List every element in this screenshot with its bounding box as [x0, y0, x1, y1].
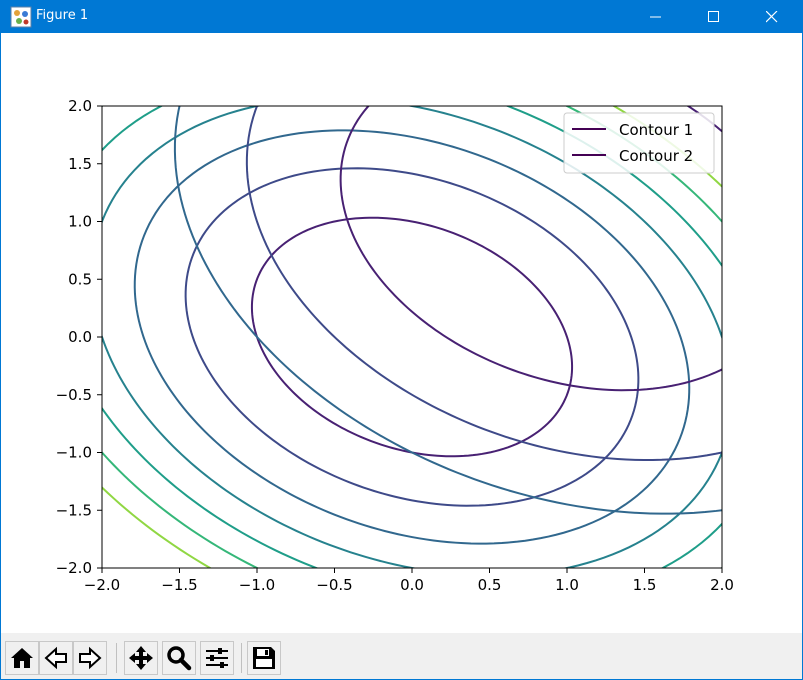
back-button[interactable]: [39, 641, 73, 675]
pan-button[interactable]: [124, 641, 158, 675]
window-title: Figure 1: [36, 8, 89, 23]
x-tick-label: 2.0: [710, 576, 734, 594]
forward-arrow-icon: [79, 646, 102, 670]
home-icon: [11, 648, 33, 668]
y-tick-label: 0.5: [68, 270, 92, 288]
contour-2-level-6: [173, 106, 722, 515]
y-tick-label: 1.5: [68, 155, 92, 173]
figure-window: Figure 1 −2.0 −1.5 −1.0 −0.5 0.0 0.5 1.0 1.5 2.0…: [0, 0, 803, 680]
x-tick-label: −1.0: [239, 576, 275, 594]
save-button[interactable]: [247, 641, 281, 675]
y-tick-label: 0.0: [68, 328, 92, 346]
close-icon: [766, 11, 778, 23]
contour-1-level-2: [184, 167, 640, 507]
floppy-disk-icon: [253, 647, 275, 669]
x-tick-label: −2.0: [84, 576, 120, 594]
legend-label-contour-2: Contour 2: [619, 147, 693, 165]
x-tick-label: 1.0: [555, 576, 579, 594]
toolbar-separator: [241, 643, 242, 673]
maximize-button[interactable]: [685, 1, 743, 33]
y-tick-label: 2.0: [68, 97, 92, 115]
back-arrow-icon: [44, 646, 67, 670]
contour-chart: −2.0 −1.5 −1.0 −0.5 0.0 0.5 1.0 1.5 2.0 2.0 1.5 1.…: [56, 97, 734, 594]
y-tick-label: 1.0: [68, 213, 92, 231]
title-bar[interactable]: Figure 1: [1, 1, 802, 33]
minimize-icon: [650, 16, 661, 18]
contour-1-level-3: [133, 129, 691, 545]
x-tick-label: −1.5: [161, 576, 197, 594]
y-tick-label: −1.5: [56, 501, 92, 519]
close-button[interactable]: [743, 1, 801, 33]
x-tick-label: 1.5: [633, 576, 657, 594]
zoom-button[interactable]: [162, 641, 196, 675]
y-tick-label: −2.0: [56, 559, 92, 577]
contour-2-level-4: [245, 106, 722, 462]
y-tick-label: −0.5: [56, 386, 92, 404]
contour-1-level-1: [250, 216, 574, 458]
x-tick-label: −0.5: [316, 576, 352, 594]
configure-subplots-button[interactable]: [200, 641, 234, 675]
y-tick-label: −1.0: [56, 444, 92, 462]
sliders-icon: [206, 648, 228, 668]
minimize-button[interactable]: [627, 1, 685, 33]
legend-label-contour-1: Contour 1: [619, 121, 693, 139]
figure-canvas[interactable]: −2.0 −1.5 −1.0 −0.5 0.0 0.5 1.0 1.5 2.0 2.0 1.5 1.…: [1, 33, 802, 633]
x-tick-label: 0.5: [478, 576, 502, 594]
move-icon: [129, 646, 153, 670]
maximize-icon: [708, 11, 719, 22]
x-tick-label: 0.0: [400, 576, 424, 594]
app-icon: [10, 6, 32, 28]
y-axis: 2.0 1.5 1.0 0.5 0.0 −0.5 −1.0 −1.5 −2.0: [56, 97, 102, 577]
x-axis: −2.0 −1.5 −1.0 −0.5 0.0 0.5 1.0 1.5 2.0: [84, 568, 734, 594]
navigation-toolbar: [1, 633, 802, 679]
forward-button[interactable]: [73, 641, 107, 675]
plot-frame: [101, 105, 723, 569]
toolbar-separator: [116, 643, 117, 673]
legend: Contour 1 Contour 2: [563, 112, 715, 174]
home-button[interactable]: [5, 641, 39, 675]
magnifier-icon: [167, 646, 192, 671]
